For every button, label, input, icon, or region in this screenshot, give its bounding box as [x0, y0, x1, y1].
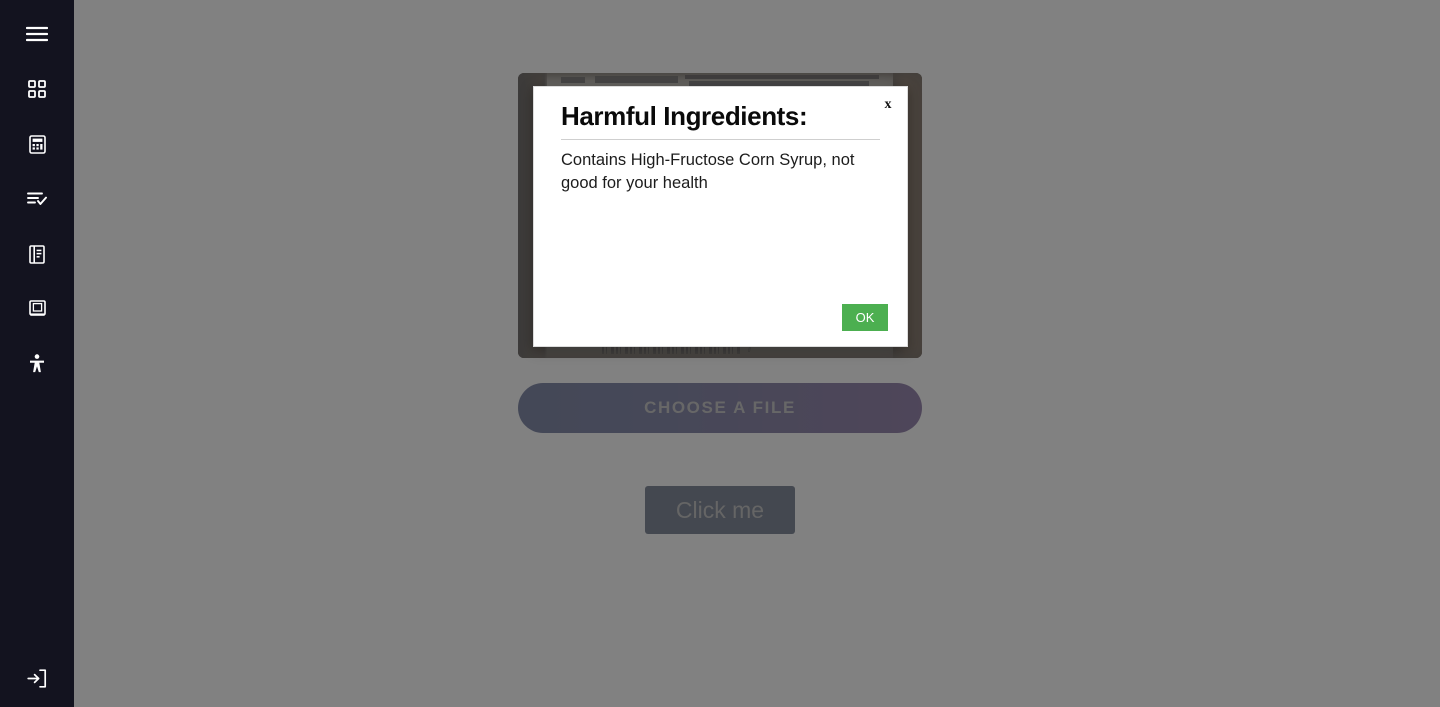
calculator-icon	[28, 134, 46, 154]
hamburger-menu-icon	[26, 26, 48, 42]
sidebar-item-logout[interactable]	[0, 663, 74, 693]
modal-message: Contains High-Fructose Corn Syrup, not g…	[561, 151, 855, 192]
book-open-icon	[29, 244, 45, 264]
logout-icon	[27, 668, 47, 688]
sidebar-item-library[interactable]	[0, 294, 74, 324]
list-check-icon	[27, 191, 47, 207]
sidebar-item-menu[interactable]	[0, 19, 74, 49]
book-closed-icon	[28, 300, 46, 318]
ok-button[interactable]: OK	[842, 304, 888, 331]
app-root: ⅈ CHOOSE A FILE Click me	[0, 0, 1440, 707]
sidebar-item-dashboard[interactable]	[0, 74, 74, 104]
sidebar-item-journal[interactable]	[0, 239, 74, 269]
sidebar-footer	[0, 663, 74, 693]
sidebar-item-calculator[interactable]	[0, 129, 74, 159]
sidebar-nav	[0, 0, 74, 707]
modal-title: Harmful Ingredients:	[561, 101, 880, 140]
sidebar-item-accessibility[interactable]	[0, 349, 74, 379]
accessibility-icon	[29, 354, 45, 374]
sidebar-item-tasks[interactable]	[0, 184, 74, 214]
harmful-ingredients-modal: x Harmful Ingredients: Contains High-Fru…	[533, 86, 908, 347]
sidebar-items	[0, 0, 74, 404]
modal-footer: OK	[842, 304, 888, 331]
modal-body: Harmful Ingredients: Contains High-Fruct…	[534, 87, 907, 195]
grid-dashboard-icon	[28, 80, 46, 98]
close-icon[interactable]: x	[880, 97, 896, 113]
